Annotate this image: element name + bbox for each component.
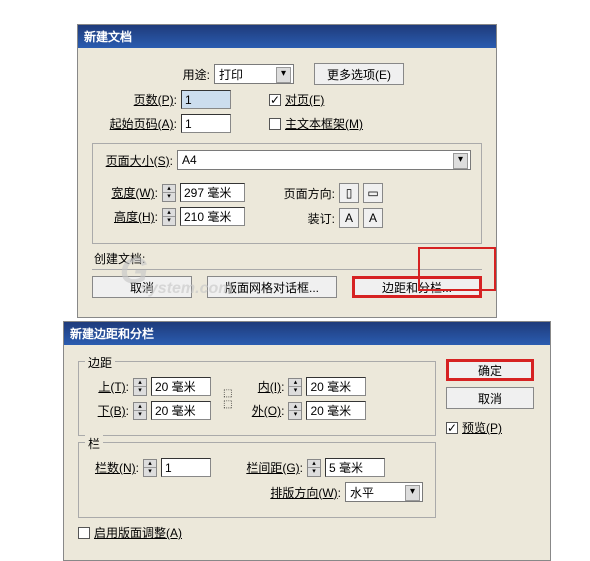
- preview-checkbox[interactable]: ✓: [446, 422, 458, 434]
- master-frame-label: 主文本框架(M): [285, 115, 363, 132]
- more-options-button[interactable]: 更多选项(E): [314, 63, 404, 85]
- gutter-label: 栏间距(G):: [243, 459, 303, 476]
- create-doc-label: 创建文档:: [94, 250, 482, 267]
- ok-button[interactable]: 确定: [446, 359, 534, 381]
- landscape-icon[interactable]: ▭: [363, 183, 383, 203]
- facing-pages-checkbox[interactable]: ✓: [269, 94, 281, 106]
- height-input[interactable]: 210 毫米: [180, 207, 245, 226]
- enable-layout-label: 启用版面调整(A): [94, 524, 182, 541]
- use-select[interactable]: 打印: [214, 64, 294, 84]
- inside-spinner[interactable]: ▴▾: [288, 378, 302, 396]
- bottom-spinner[interactable]: ▴▾: [133, 402, 147, 420]
- columns-group-label: 栏: [85, 435, 103, 452]
- bottom-input[interactable]: 20 毫米: [151, 401, 211, 420]
- margins-columns-dialog: 新建边距和分栏 边距 上(T): ▴▾ 20 毫米 下(B): ▴▾: [63, 321, 551, 561]
- height-label: 高度(H):: [103, 208, 158, 225]
- new-document-dialog: 新建文档 用途: 打印 更多选项(E) 页数(P): 1 ✓ 对页(F) 起始页…: [77, 24, 497, 318]
- margins-group-label: 边距: [85, 354, 115, 371]
- col-count-label: 栏数(N):: [89, 459, 139, 476]
- pages-label: 页数(P):: [92, 91, 177, 108]
- master-frame-checkbox[interactable]: [269, 118, 281, 130]
- enable-layout-checkbox[interactable]: [78, 527, 90, 539]
- gutter-spinner[interactable]: ▴▾: [307, 459, 321, 477]
- page-size-label: 页面大小(S):: [103, 152, 173, 169]
- gutter-input[interactable]: 5 毫米: [325, 458, 385, 477]
- margins-columns-button[interactable]: 边距和分栏...: [352, 276, 482, 298]
- col-count-input[interactable]: 1: [161, 458, 211, 477]
- top-spinner[interactable]: ▴▾: [133, 378, 147, 396]
- facing-pages-label: 对页(F): [285, 91, 324, 108]
- direction-label: 排版方向(W):: [263, 484, 341, 501]
- binding-left-icon[interactable]: A: [339, 208, 359, 228]
- height-spinner[interactable]: ▴▾: [162, 208, 176, 226]
- width-spinner[interactable]: ▴▾: [162, 184, 176, 202]
- bottom-label: 下(B):: [89, 402, 129, 419]
- top-label: 上(T):: [89, 378, 129, 395]
- link-margins-icon[interactable]: ⬚⬚: [223, 388, 232, 410]
- width-input[interactable]: 297 毫米: [180, 183, 245, 202]
- col-count-spinner[interactable]: ▴▾: [143, 459, 157, 477]
- outside-input[interactable]: 20 毫米: [306, 401, 366, 420]
- outside-label: 外(O):: [244, 402, 284, 419]
- start-page-label: 起始页码(A):: [92, 115, 177, 132]
- cancel-button-2[interactable]: 取消: [446, 387, 534, 409]
- width-label: 宽度(W):: [103, 184, 158, 201]
- outside-spinner[interactable]: ▴▾: [288, 402, 302, 420]
- grid-dialog-button[interactable]: 版面网格对话框...: [207, 276, 337, 298]
- page-size-select[interactable]: A4: [177, 150, 471, 170]
- use-label: 用途:: [170, 66, 210, 83]
- pages-input[interactable]: 1: [181, 90, 231, 109]
- inside-input[interactable]: 20 毫米: [306, 377, 366, 396]
- dialog2-title: 新建边距和分栏: [64, 322, 550, 345]
- cancel-button[interactable]: 取消: [92, 276, 192, 298]
- inside-label: 内(I):: [244, 378, 284, 395]
- binding-label: 装订:: [275, 210, 335, 227]
- dialog-title: 新建文档: [78, 25, 496, 48]
- binding-right-icon[interactable]: A: [363, 208, 383, 228]
- direction-select[interactable]: 水平: [345, 482, 423, 502]
- orientation-label: 页面方向:: [275, 185, 335, 202]
- preview-label: 预览(P): [462, 419, 502, 436]
- top-input[interactable]: 20 毫米: [151, 377, 211, 396]
- portrait-icon[interactable]: ▯: [339, 183, 359, 203]
- start-page-input[interactable]: 1: [181, 114, 231, 133]
